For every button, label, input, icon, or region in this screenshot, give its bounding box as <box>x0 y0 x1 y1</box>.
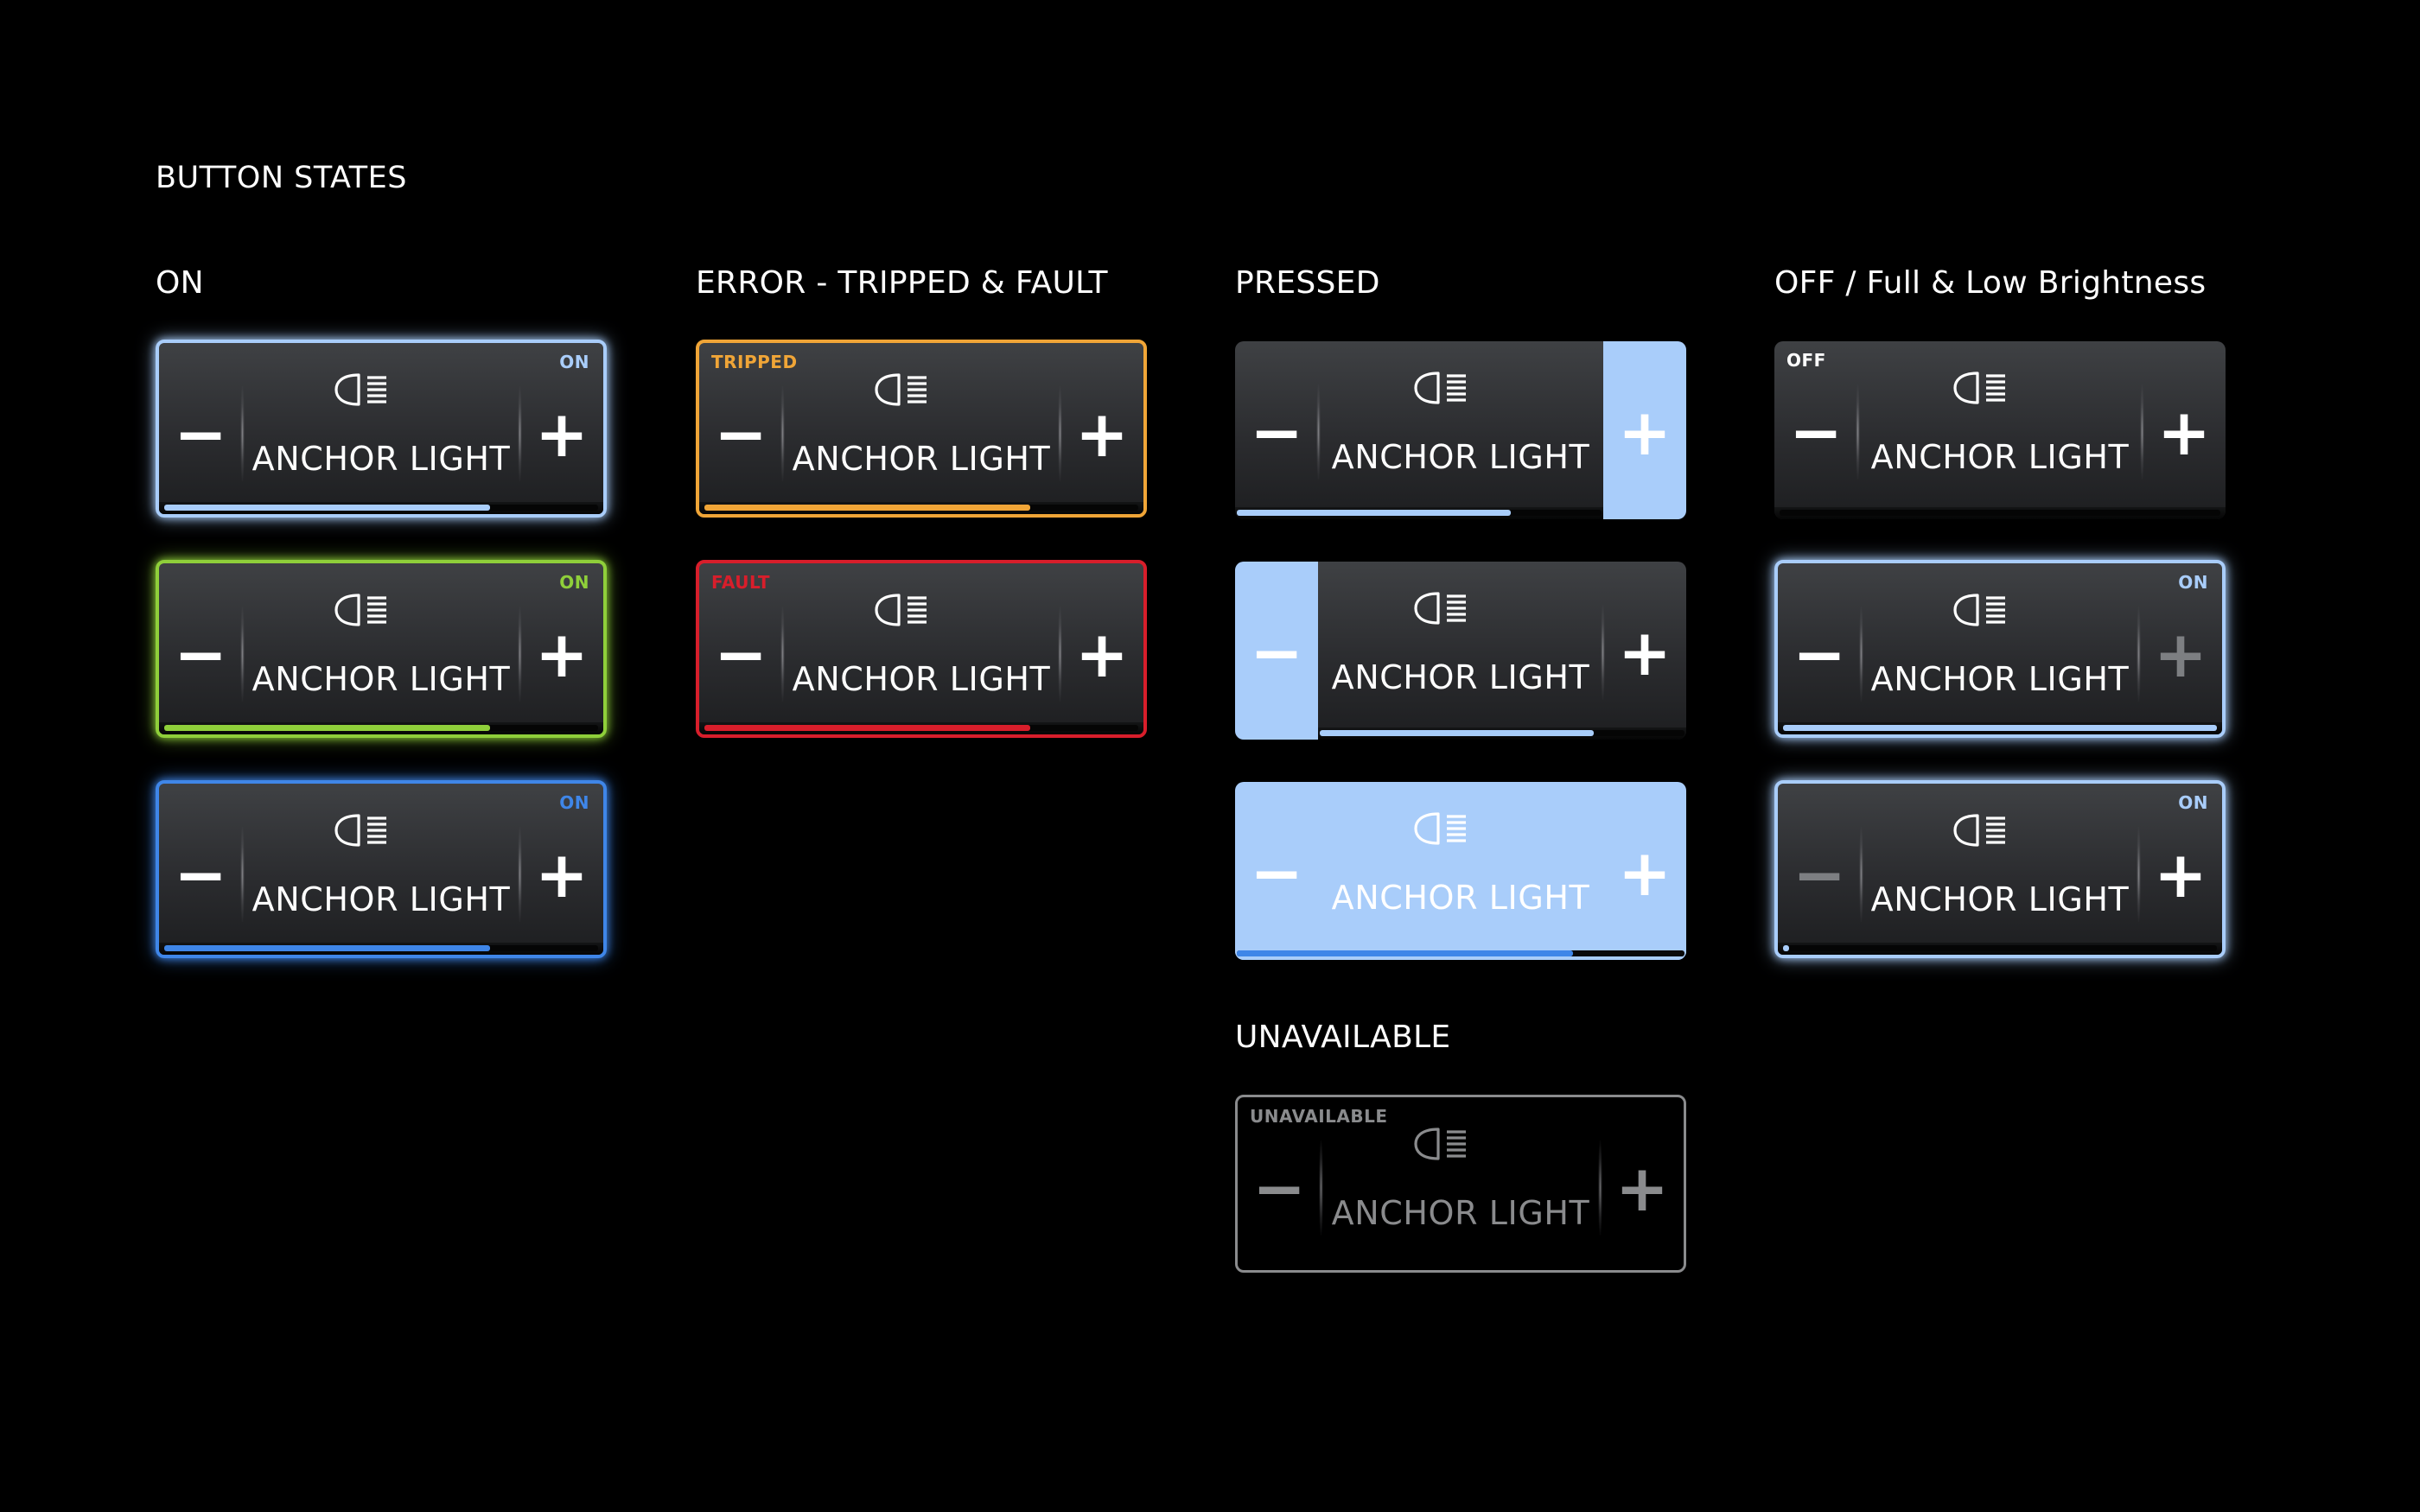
button-label: ANCHOR LIGHT <box>1870 438 2130 476</box>
decrease-button[interactable]: − <box>159 843 242 907</box>
brightness-bar <box>699 722 1143 734</box>
status-badge: ON <box>559 352 589 372</box>
decrease-button[interactable]: − <box>1774 401 1857 465</box>
decrease-button[interactable]: − <box>699 403 782 467</box>
brightness-fill <box>164 725 490 731</box>
brightness-fill <box>1320 730 1594 736</box>
brightness-bar <box>159 943 603 955</box>
column-title-error: ERROR - TRIPPED & FAULT <box>696 265 1108 301</box>
increase-button[interactable]: + <box>520 843 603 907</box>
button-label: ANCHOR LIGHT <box>252 440 511 478</box>
decrease-button[interactable]: − <box>159 623 242 687</box>
increase-button[interactable]: + <box>1603 842 1686 905</box>
brightness-fill <box>1783 945 1789 951</box>
anchor-light-button-full-brightness[interactable]: ON − ANCHOR LIGHT + <box>1774 560 2226 738</box>
section-title-unavailable: UNAVAILABLE <box>1235 1020 1451 1055</box>
button-label: ANCHOR LIGHT <box>1331 879 1590 917</box>
anchor-light-button-pressed-full[interactable]: − ANCHOR LIGHT + <box>1235 782 1686 960</box>
headlight-icon <box>333 813 390 848</box>
decrease-button[interactable]: − <box>1235 401 1318 465</box>
status-badge: OFF <box>1786 350 1826 371</box>
increase-button[interactable]: + <box>520 403 603 467</box>
brightness-bar <box>1235 507 1603 519</box>
increase-button[interactable]: + <box>1060 623 1143 687</box>
brightness-bar <box>159 502 603 514</box>
button-label: ANCHOR LIGHT <box>1331 438 1590 476</box>
brightness-fill <box>1783 725 2217 731</box>
headlight-icon <box>873 593 930 627</box>
headlight-icon <box>1952 813 2009 848</box>
headlight-icon <box>1412 811 1469 846</box>
brightness-bar <box>699 502 1143 514</box>
anchor-light-button-off[interactable]: OFF − ANCHOR LIGHT + <box>1774 341 2226 519</box>
button-label: ANCHOR LIGHT <box>792 440 1051 478</box>
increase-button[interactable]: + <box>1603 621 1686 685</box>
brightness-bar <box>1778 722 2222 734</box>
status-badge: ON <box>559 572 589 593</box>
headlight-icon <box>1412 371 1469 405</box>
brightness-fill <box>164 505 490 511</box>
status-badge: UNAVAILABLE <box>1250 1106 1388 1127</box>
increase-button[interactable]: + <box>2143 401 2226 465</box>
headlight-icon <box>873 372 930 407</box>
brightness-bar <box>1318 727 1686 740</box>
brightness-fill <box>704 505 1030 511</box>
headlight-icon <box>1412 1127 1469 1161</box>
button-label: ANCHOR LIGHT <box>252 660 511 698</box>
brightness-fill <box>1237 950 1573 956</box>
headlight-icon <box>1952 593 2009 627</box>
headlight-icon <box>333 372 390 407</box>
column-title-on: ON <box>156 265 204 301</box>
decrease-button: − <box>1251 1152 1306 1226</box>
decrease-button[interactable]: − <box>699 623 782 687</box>
anchor-light-button-on-green[interactable]: ON − ANCHOR LIGHT + <box>156 560 607 738</box>
column-title-pressed: PRESSED <box>1235 265 1380 301</box>
increase-button[interactable]: + <box>1603 401 1686 465</box>
status-badge: ON <box>2178 792 2208 813</box>
anchor-light-button-on-blue[interactable]: ON − ANCHOR LIGHT + <box>156 780 607 958</box>
brightness-bar <box>1235 948 1686 960</box>
brightness-fill <box>164 945 490 951</box>
anchor-light-button-on-light-blue[interactable]: ON − ANCHOR LIGHT + <box>156 340 607 518</box>
status-badge: FAULT <box>711 572 771 593</box>
button-label: ANCHOR LIGHT <box>1870 880 2130 918</box>
anchor-light-button-pressed-plus[interactable]: − ANCHOR LIGHT + <box>1235 341 1686 519</box>
button-label: ANCHOR LIGHT <box>792 660 1051 698</box>
headlight-icon <box>1412 591 1469 626</box>
headlight-icon <box>333 593 390 627</box>
anchor-light-button-unavailable: UNAVAILABLE − ANCHOR LIGHT + <box>1235 1095 1686 1273</box>
decrease-button[interactable]: − <box>1235 842 1318 905</box>
increase-button[interactable]: + <box>1060 403 1143 467</box>
brightness-fill <box>704 725 1030 731</box>
button-label: ANCHOR LIGHT <box>1870 660 2130 698</box>
headlight-icon <box>1952 371 2009 405</box>
decrease-button[interactable]: − <box>159 403 242 467</box>
decrease-button[interactable]: − <box>1778 623 1861 687</box>
decrease-button[interactable]: − <box>1778 843 1861 907</box>
button-label: ANCHOR LIGHT <box>1331 1194 1590 1232</box>
increase-button[interactable]: + <box>2139 623 2222 687</box>
status-badge: ON <box>2178 572 2208 593</box>
increase-button[interactable]: + <box>2139 843 2222 907</box>
anchor-light-button-fault[interactable]: FAULT − ANCHOR LIGHT + <box>696 560 1147 738</box>
button-label: ANCHOR LIGHT <box>1331 658 1590 696</box>
brightness-fill <box>1237 510 1511 516</box>
brightness-bar <box>1774 507 2226 519</box>
brightness-bar <box>159 722 603 734</box>
increase-button[interactable]: + <box>520 623 603 687</box>
decrease-button[interactable]: − <box>1235 621 1318 685</box>
status-badge: TRIPPED <box>711 352 798 372</box>
anchor-light-button-pressed-minus[interactable]: − ANCHOR LIGHT + <box>1235 562 1686 740</box>
column-title-off: OFF / Full & Low Brightness <box>1774 265 2207 301</box>
button-label: ANCHOR LIGHT <box>252 880 511 918</box>
increase-button: + <box>1614 1152 1669 1226</box>
page-title: BUTTON STATES <box>156 161 407 195</box>
anchor-light-button-low-brightness[interactable]: ON − ANCHOR LIGHT + <box>1774 780 2226 958</box>
anchor-light-button-tripped[interactable]: TRIPPED − ANCHOR LIGHT + <box>696 340 1147 518</box>
brightness-bar <box>1778 943 2222 955</box>
status-badge: ON <box>559 792 589 813</box>
